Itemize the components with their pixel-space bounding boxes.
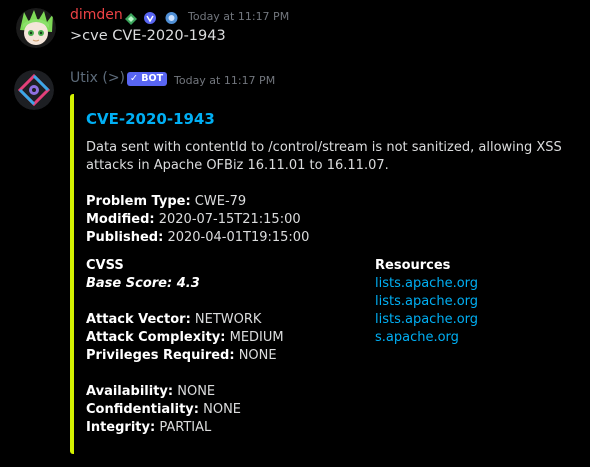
privileges-row: Privileges Required: NONE	[86, 348, 277, 363]
user-message-text: >cve CVE-2020-1943	[70, 28, 226, 44]
published-label: Published:	[86, 230, 164, 245]
integrity-row: Integrity: PARTIAL	[86, 420, 211, 435]
attack-vector-row: Attack Vector: NETWORK	[86, 312, 261, 327]
modified-value: 2020-07-15T21:15:00	[158, 212, 301, 227]
integrity-value: PARTIAL	[159, 420, 212, 435]
confidentiality-value: NONE	[203, 402, 242, 417]
modified-label: Modified:	[86, 212, 155, 227]
cvss-heading: CVSS	[86, 258, 124, 273]
attack-vector-value: NETWORK	[194, 312, 262, 327]
privileges-value: NONE	[238, 348, 277, 363]
anime-avatar-icon	[16, 8, 56, 48]
availability-value: NONE	[177, 384, 216, 399]
problem-type-label: Problem Type:	[86, 194, 191, 209]
attack-complexity-value: MEDIUM	[229, 330, 284, 345]
cve-embed: CVE-2020-1943 Data sent with contentId t…	[70, 94, 590, 454]
availability-row: Availability: NONE	[86, 384, 215, 399]
problem-type-row: Problem Type: CWE-79	[86, 194, 246, 209]
utix-logo-icon	[14, 70, 54, 110]
published-value: 2020-04-01T19:15:00	[167, 230, 310, 245]
resource-link[interactable]: lists.apache.org	[375, 276, 478, 291]
resource-link[interactable]: s.apache.org	[375, 330, 459, 345]
hypesquad-badge-icon[interactable]	[144, 9, 156, 28]
published-row: Published: 2020-04-01T19:15:00	[86, 230, 309, 245]
problem-type-value: CWE-79	[194, 194, 247, 209]
attack-vector-label: Attack Vector:	[86, 312, 191, 327]
nitro-badge-icon[interactable]	[125, 10, 137, 29]
confidentiality-label: Confidentiality:	[86, 402, 199, 417]
resources-heading: Resources	[375, 258, 451, 273]
embed-title-link[interactable]: CVE-2020-1943	[86, 110, 215, 128]
base-score: Base Score: 4.3	[86, 276, 200, 291]
attack-complexity-label: Attack Complexity:	[86, 330, 226, 345]
integrity-label: Integrity:	[86, 420, 156, 435]
user-avatar[interactable]	[16, 8, 56, 48]
resource-link[interactable]: lists.apache.org	[375, 294, 478, 309]
bot-name[interactable]: Utix (>)	[70, 70, 125, 86]
user-timestamp[interactable]: Today at 11:17 PM	[188, 10, 289, 23]
boost-badge-icon[interactable]	[165, 9, 178, 28]
confidentiality-row: Confidentiality: NONE	[86, 402, 241, 417]
resource-link[interactable]: lists.apache.org	[375, 312, 478, 327]
modified-row: Modified: 2020-07-15T21:15:00	[86, 212, 301, 227]
attack-complexity-row: Attack Complexity: MEDIUM	[86, 330, 284, 345]
bot-tag: ✓ BOT	[127, 72, 168, 86]
bot-avatar[interactable]	[14, 70, 54, 110]
bot-timestamp[interactable]: Today at 11:17 PM	[174, 74, 275, 87]
privileges-label: Privileges Required:	[86, 348, 235, 363]
embed-description: Data sent with contentId to /control/str…	[86, 140, 562, 173]
embed-accent-bar	[70, 94, 74, 454]
availability-label: Availability:	[86, 384, 174, 399]
user-name[interactable]: dimden	[70, 7, 123, 23]
